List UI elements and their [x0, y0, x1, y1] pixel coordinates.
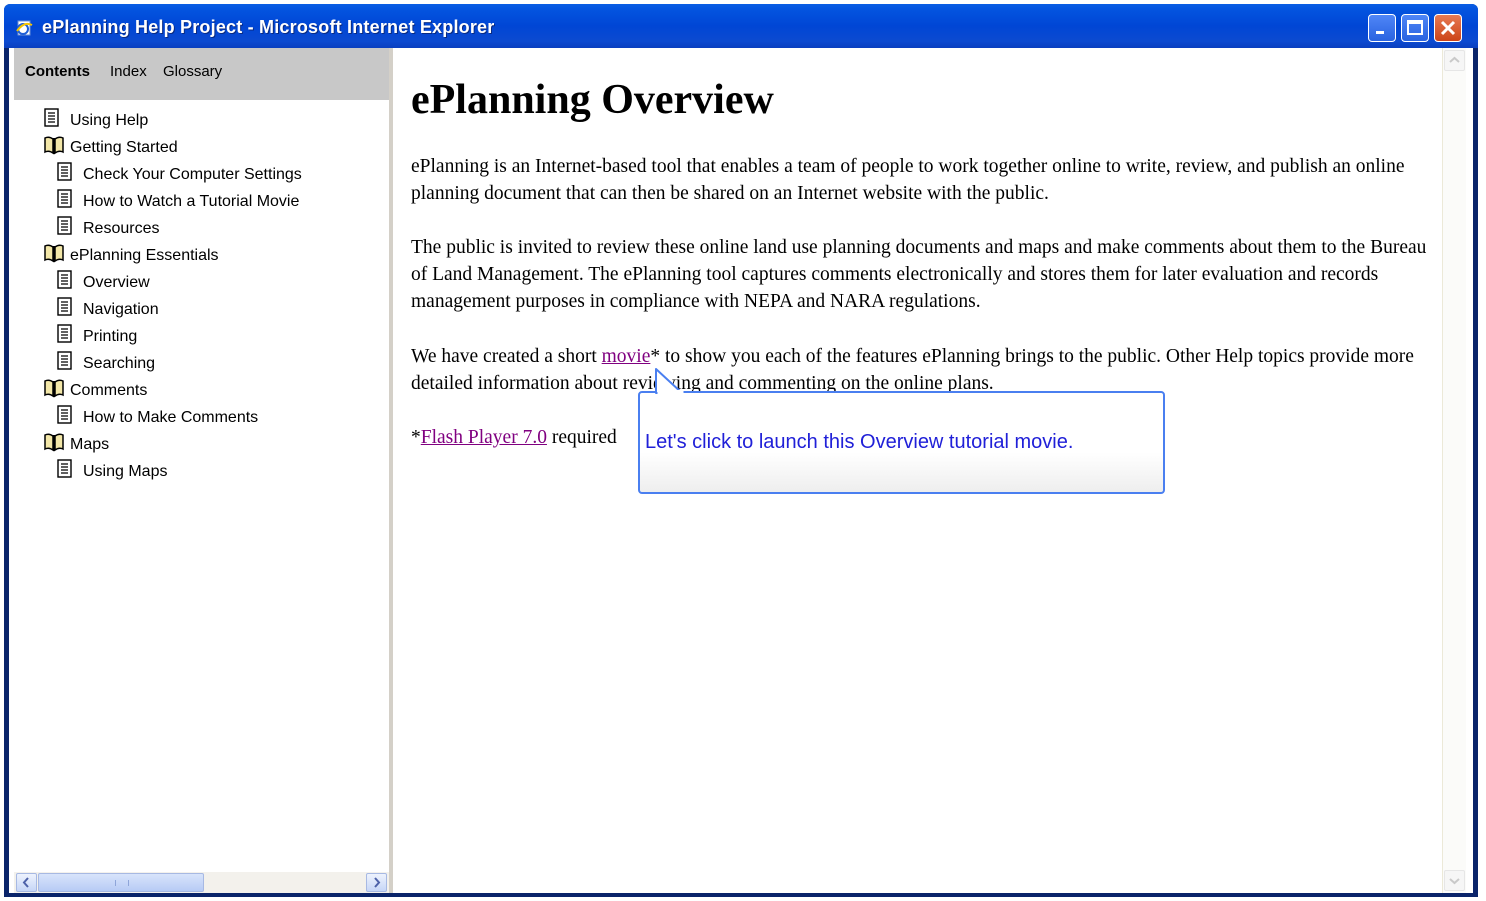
- toc-label: ePlanning Essentials: [70, 247, 219, 264]
- scroll-up-button[interactable]: [1444, 50, 1465, 71]
- page-icon: [57, 270, 72, 289]
- scroll-right-button[interactable]: [366, 873, 387, 892]
- page-icon: [44, 108, 59, 127]
- movie-link[interactable]: movie: [602, 346, 651, 367]
- toc-label: Using Help: [70, 112, 149, 129]
- tutorial-callout: Let's click to launch this Overview tuto…: [638, 391, 1165, 494]
- intro-paragraph: ePlanning is an Internet-based tool that…: [411, 156, 1405, 204]
- page-title: ePlanning Overview: [411, 77, 774, 123]
- toc-label: How to Watch a Tutorial Movie: [83, 193, 300, 210]
- scroll-left-button[interactable]: [16, 873, 37, 892]
- tab-index[interactable]: Index: [110, 63, 147, 80]
- page-icon: [57, 189, 72, 208]
- required-text: required: [546, 427, 617, 448]
- window-title: ePlanning Help Project - Microsoft Inter…: [42, 17, 495, 37]
- chevron-down-icon: [1449, 878, 1460, 885]
- chevron-up-icon: [1449, 56, 1460, 63]
- maximize-icon: [1407, 20, 1423, 35]
- ie-document-icon: [16, 20, 33, 36]
- title-bar[interactable]: ePlanning Help Project - Microsoft Inter…: [4, 4, 1478, 48]
- public-review-paragraph: The public is invited to review these on…: [411, 237, 1427, 312]
- content-vertical-scrollbar[interactable]: [1442, 48, 1466, 893]
- toc-label: Navigation: [83, 301, 159, 318]
- callout-pointer: [655, 368, 684, 396]
- page-icon: [57, 297, 72, 316]
- minimize-button[interactable]: [1368, 14, 1396, 42]
- asterisk: *: [411, 427, 421, 448]
- toc-label: Comments: [70, 382, 148, 399]
- book-icon: [44, 244, 64, 263]
- movie-paragraph: We have created a short movie* to show y…: [411, 343, 1431, 397]
- toc-label: Overview: [83, 274, 150, 291]
- toc-label: Maps: [70, 436, 110, 453]
- callout-text: Let's click to launch this Overview tuto…: [645, 431, 1074, 453]
- toc-label: How to Make Comments: [83, 409, 259, 426]
- chevron-right-icon: [374, 877, 381, 888]
- toc-label: Check Your Computer Settings: [83, 166, 302, 183]
- nav-horizontal-scrollbar[interactable]: [14, 872, 389, 893]
- tab-contents[interactable]: Contents: [25, 63, 90, 80]
- toc-label: Using Maps: [83, 463, 168, 480]
- tab-glossary[interactable]: Glossary: [163, 63, 222, 80]
- toc-label: Resources: [83, 220, 160, 237]
- page-icon: [57, 351, 72, 370]
- page-icon: [57, 324, 72, 343]
- maximize-button[interactable]: [1401, 14, 1429, 42]
- page-icon: [57, 162, 72, 181]
- toc-label: Getting Started: [70, 139, 178, 156]
- nav-tab-strip: Contents Index Glossary: [14, 48, 389, 100]
- movie-text-before: We have created a short: [411, 346, 602, 367]
- grip-icon: [115, 880, 129, 886]
- book-icon: [44, 433, 64, 452]
- toc-label: Printing: [83, 328, 138, 345]
- page-icon: [57, 459, 72, 478]
- scroll-thumb[interactable]: [38, 873, 204, 892]
- help-navigation-pane: Contents Index Glossary Using Help Getti…: [14, 48, 393, 893]
- minimize-icon: [1376, 31, 1384, 34]
- book-icon: [44, 379, 64, 398]
- toc-label: Searching: [83, 355, 156, 372]
- book-icon: [44, 136, 64, 155]
- close-button[interactable]: [1434, 14, 1462, 42]
- page-icon: [57, 216, 72, 235]
- page-icon: [57, 405, 72, 424]
- chevron-left-icon: [22, 877, 29, 888]
- scroll-down-button[interactable]: [1444, 870, 1465, 891]
- flash-player-link[interactable]: Flash Player 7.0: [421, 427, 547, 448]
- close-icon: [1440, 20, 1456, 36]
